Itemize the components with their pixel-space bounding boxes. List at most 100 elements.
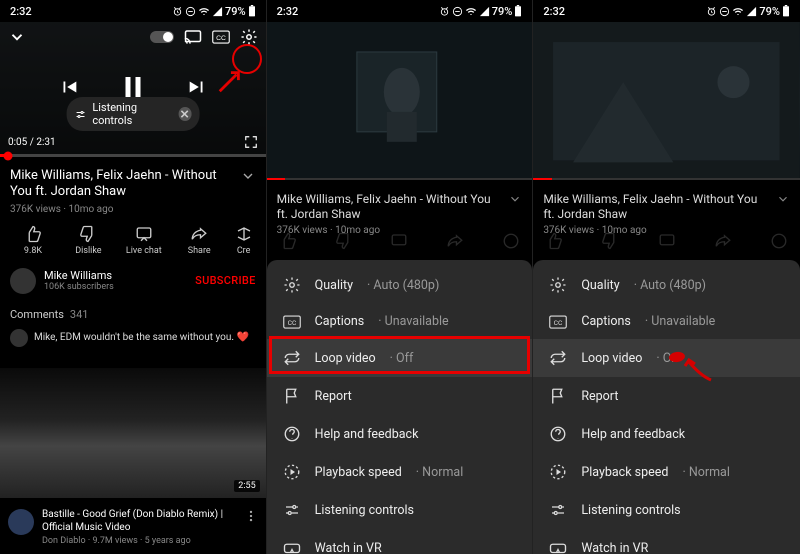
alarm-icon <box>706 6 717 17</box>
sheet-speed[interactable]: Playback speed· Normal <box>533 453 800 491</box>
video-player[interactable]: CC Listening controls 0:05 / 2:31 <box>0 22 266 157</box>
clock: 2:32 <box>10 5 32 18</box>
status-bar: 2:32 79% <box>533 0 800 22</box>
cast-icon[interactable] <box>184 28 202 46</box>
progress-bar[interactable] <box>0 154 266 157</box>
sheet-captions[interactable]: CC Captions· Unavailable <box>533 304 800 339</box>
svg-text:CC: CC <box>287 319 296 327</box>
sheet-vr[interactable]: Watch in VR <box>533 529 800 554</box>
share-button[interactable]: Share <box>178 225 220 256</box>
signal-icon <box>212 6 223 17</box>
like-button[interactable]: 9.8K <box>12 225 54 256</box>
loop-icon <box>549 349 567 367</box>
fullscreen-icon[interactable] <box>244 135 258 149</box>
dnd-icon <box>185 6 196 17</box>
sheet-quality[interactable]: Quality· Auto (480p) <box>533 266 800 304</box>
sheet-report[interactable]: Report <box>533 377 800 415</box>
previous-icon[interactable] <box>58 76 80 98</box>
more-icon[interactable] <box>244 509 258 546</box>
video-player[interactable] <box>267 22 533 180</box>
autoplay-toggle[interactable] <box>150 31 174 43</box>
play-circle-icon <box>283 463 301 481</box>
wifi-icon <box>465 6 477 17</box>
collapse-icon[interactable] <box>8 28 26 46</box>
video-frame <box>533 22 800 180</box>
status-icons: 79% <box>706 5 790 18</box>
next-video-meta[interactable]: Bastille - Good Grief (Don Diablo Remix)… <box>8 509 258 546</box>
next-video-title: Bastille - Good Grief (Don Diablo Remix)… <box>42 509 236 534</box>
sliders-icon <box>549 501 567 519</box>
play-circle-icon <box>549 463 567 481</box>
expand-description-icon[interactable] <box>508 192 522 206</box>
create-button[interactable]: Cre <box>234 225 254 256</box>
commenter-avatar <box>10 329 28 347</box>
expand-description-icon[interactable] <box>240 168 256 184</box>
battery-icon <box>514 5 522 17</box>
next-video-thumbnail[interactable]: 2:55 <box>0 368 266 498</box>
sheet-report[interactable]: Report <box>267 377 533 415</box>
battery-icon <box>248 5 256 17</box>
battery-icon <box>782 5 790 17</box>
sliders-icon <box>283 501 301 519</box>
comments-header[interactable]: Comments341 <box>10 308 256 321</box>
subscribe-button[interactable]: SUBSCRIBE <box>195 274 256 287</box>
svg-text:CC: CC <box>216 35 226 42</box>
dnd-icon <box>452 6 463 17</box>
channel-row[interactable]: Mike Williams 106K subscribers SUBSCRIBE <box>10 268 256 294</box>
cc-icon[interactable]: CC <box>212 30 230 44</box>
video-stats: 376K views · 10mo ago <box>10 204 256 215</box>
comment-preview[interactable]: Mike, EDM wouldn't be the same without y… <box>10 329 256 347</box>
battery-percent: 79% <box>225 5 246 18</box>
channel-avatar[interactable] <box>10 268 36 294</box>
dislike-button[interactable]: Dislike <box>67 225 109 256</box>
livechat-button[interactable]: Live chat <box>123 225 165 256</box>
battery-percent: 79% <box>492 5 513 18</box>
sheet-help[interactable]: Help and feedback <box>267 415 533 453</box>
cc-icon: CC <box>549 315 567 329</box>
screenshot-1: 2:32 79% CC <box>0 0 267 554</box>
channel-subs: 106K subscribers <box>44 282 114 292</box>
annotation-circle <box>232 44 262 74</box>
screenshot-3: 2:32 79% Mike Williams, Felix Jaehn - Wi… <box>533 0 800 554</box>
flag-icon <box>549 387 567 405</box>
gear-icon <box>549 276 567 294</box>
svg-text:CC: CC <box>554 319 563 327</box>
sheet-loop[interactable]: Loop video· Off <box>267 339 533 377</box>
time-display: 0:05 / 2:31 <box>8 137 56 148</box>
sheet-listening[interactable]: Listening controls <box>267 491 533 529</box>
wifi-icon <box>198 6 210 17</box>
sheet-captions[interactable]: CC Captions· Unavailable <box>267 304 533 339</box>
video-frame <box>267 22 533 180</box>
close-pill-icon[interactable] <box>178 107 191 121</box>
clock: 2:32 <box>543 5 565 18</box>
sheet-vr[interactable]: Watch in VR <box>267 529 533 554</box>
listening-controls-label: Listening controls <box>92 101 172 127</box>
sheet-quality[interactable]: Quality· Auto (480p) <box>267 266 533 304</box>
video-title[interactable]: Mike Williams, Felix Jaehn - Without You… <box>10 168 232 201</box>
video-player[interactable] <box>533 22 800 180</box>
sheet-speed[interactable]: Playback speed· Normal <box>267 453 533 491</box>
sheet-help[interactable]: Help and feedback <box>533 415 800 453</box>
battery-percent: 79% <box>759 5 780 18</box>
video-title[interactable]: Mike Williams, Felix Jaehn - Without You… <box>543 192 768 222</box>
sheet-loop[interactable]: Loop video· On <box>533 339 800 377</box>
status-bar: 2:32 79% <box>0 0 266 22</box>
channel-name[interactable]: Mike Williams <box>44 269 114 282</box>
loop-icon <box>283 349 301 367</box>
flag-icon <box>283 387 301 405</box>
next-icon[interactable] <box>186 76 208 98</box>
video-title[interactable]: Mike Williams, Felix Jaehn - Without You… <box>277 192 501 222</box>
vr-icon <box>549 539 567 554</box>
gear-icon <box>283 276 301 294</box>
settings-sheet: Quality· Auto (480p) CC Captions· Unavai… <box>267 260 533 554</box>
next-duration: 2:55 <box>234 480 259 492</box>
listening-controls-pill[interactable]: Listening controls <box>66 97 199 131</box>
sheet-listening[interactable]: Listening controls <box>533 491 800 529</box>
next-video-stats: Don Diablo · 9.7M views · 5 years ago <box>42 536 236 546</box>
next-channel-avatar <box>8 509 34 535</box>
expand-description-icon[interactable] <box>776 192 790 206</box>
screenshot-2: 2:32 79% Mike Williams, Felix Jaehn - Wi… <box>267 0 534 554</box>
status-icons: 79% <box>172 5 256 18</box>
video-meta: Mike Williams, Felix Jaehn - Without You… <box>0 160 266 347</box>
alarm-icon <box>172 6 183 17</box>
